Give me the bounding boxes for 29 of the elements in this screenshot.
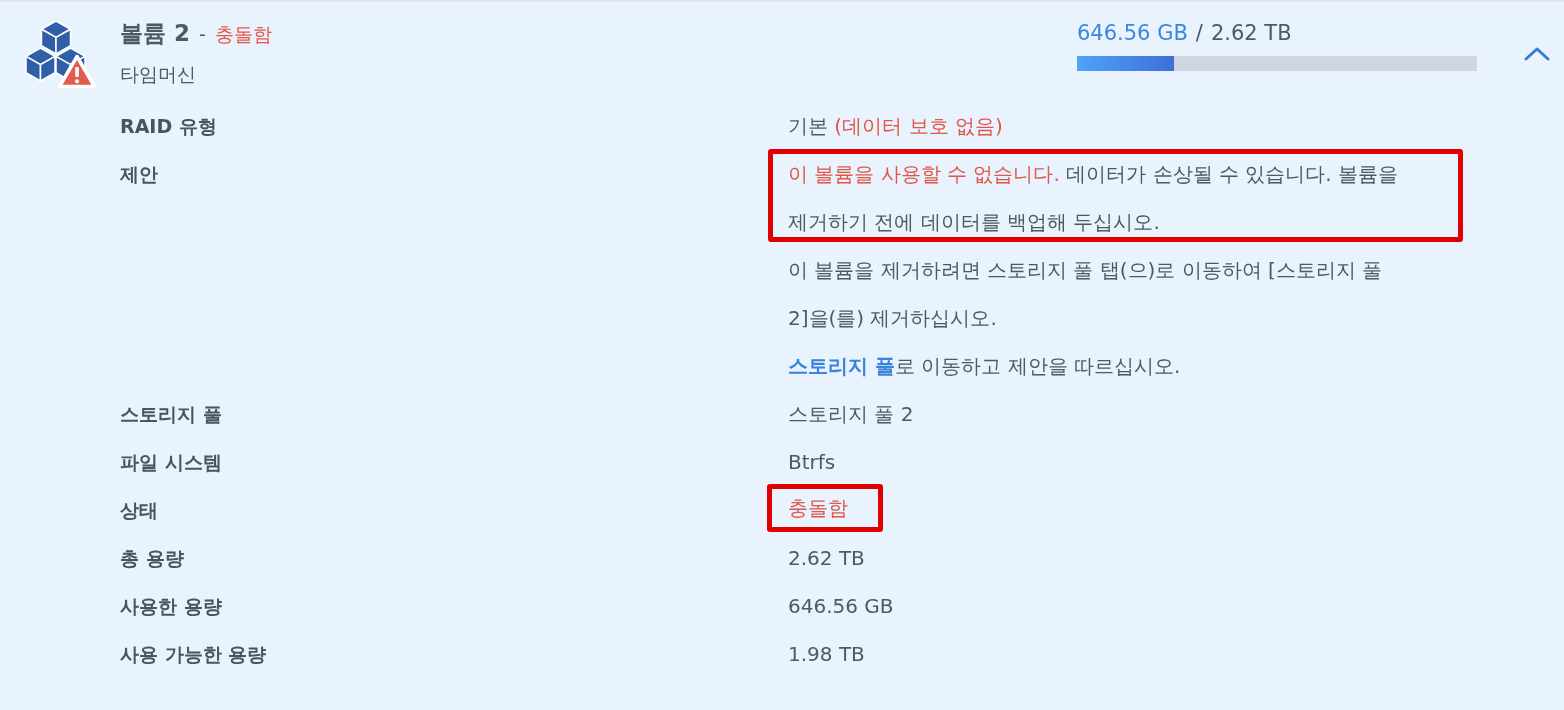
volume-description: 타임머신 bbox=[120, 62, 197, 87]
detail-label: 사용 가능한 용량 bbox=[120, 642, 268, 667]
title-separator: - bbox=[199, 23, 206, 45]
detail-value: 646.56 GB bbox=[788, 593, 895, 620]
volume-status: 충돌함 bbox=[214, 22, 272, 47]
capacity-separator: / bbox=[1195, 21, 1203, 45]
detail-label: 사용한 용량 bbox=[120, 594, 223, 619]
detail-value: 기본 (데이터 보호 없음) bbox=[788, 113, 1004, 140]
text-link[interactable]: 스토리지 풀 bbox=[788, 354, 895, 378]
detail-value: 충돌함 bbox=[788, 495, 848, 522]
detail-label: 스토리지 풀 bbox=[120, 402, 223, 427]
detail-value: 스토리지 풀 2 bbox=[788, 401, 915, 428]
suggestion-text: 이 볼륨을 제거하려면 스토리지 풀 탭(으)로 이동하여 [스토리지 풀 2]을(를) 제거하십시오. bbox=[788, 257, 1384, 332]
suggestion-text: 이 볼륨을 사용할 수 없습니다. 데이터가 손상될 수 있습니다. 볼륨을 제거하기 전에 데이터를 백업해 두십시오. bbox=[788, 161, 1399, 236]
detail-label: 제안 bbox=[120, 162, 159, 187]
detail-value: Btrfs bbox=[788, 449, 837, 476]
detail-label: 총 용량 bbox=[120, 546, 185, 571]
detail-label: 상태 bbox=[120, 498, 159, 523]
detail-label: 파일 시스템 bbox=[120, 450, 223, 475]
chevron-up-icon bbox=[1524, 46, 1550, 62]
total-capacity: 2.62 TB bbox=[1210, 21, 1292, 45]
collapse-button[interactable] bbox=[1524, 46, 1550, 62]
warning-icon bbox=[57, 54, 97, 89]
suggestion-text: 스토리지 풀로 이동하고 제안을 따르십시오. bbox=[788, 353, 1182, 380]
volume-title: 볼륨 2 bbox=[120, 19, 190, 48]
detail-value: 2.62 TB bbox=[788, 545, 866, 572]
detail-label: RAID 유형 bbox=[120, 114, 218, 139]
used-capacity: 646.56 GB bbox=[1077, 21, 1188, 45]
detail-value: 1.98 TB bbox=[788, 641, 866, 668]
